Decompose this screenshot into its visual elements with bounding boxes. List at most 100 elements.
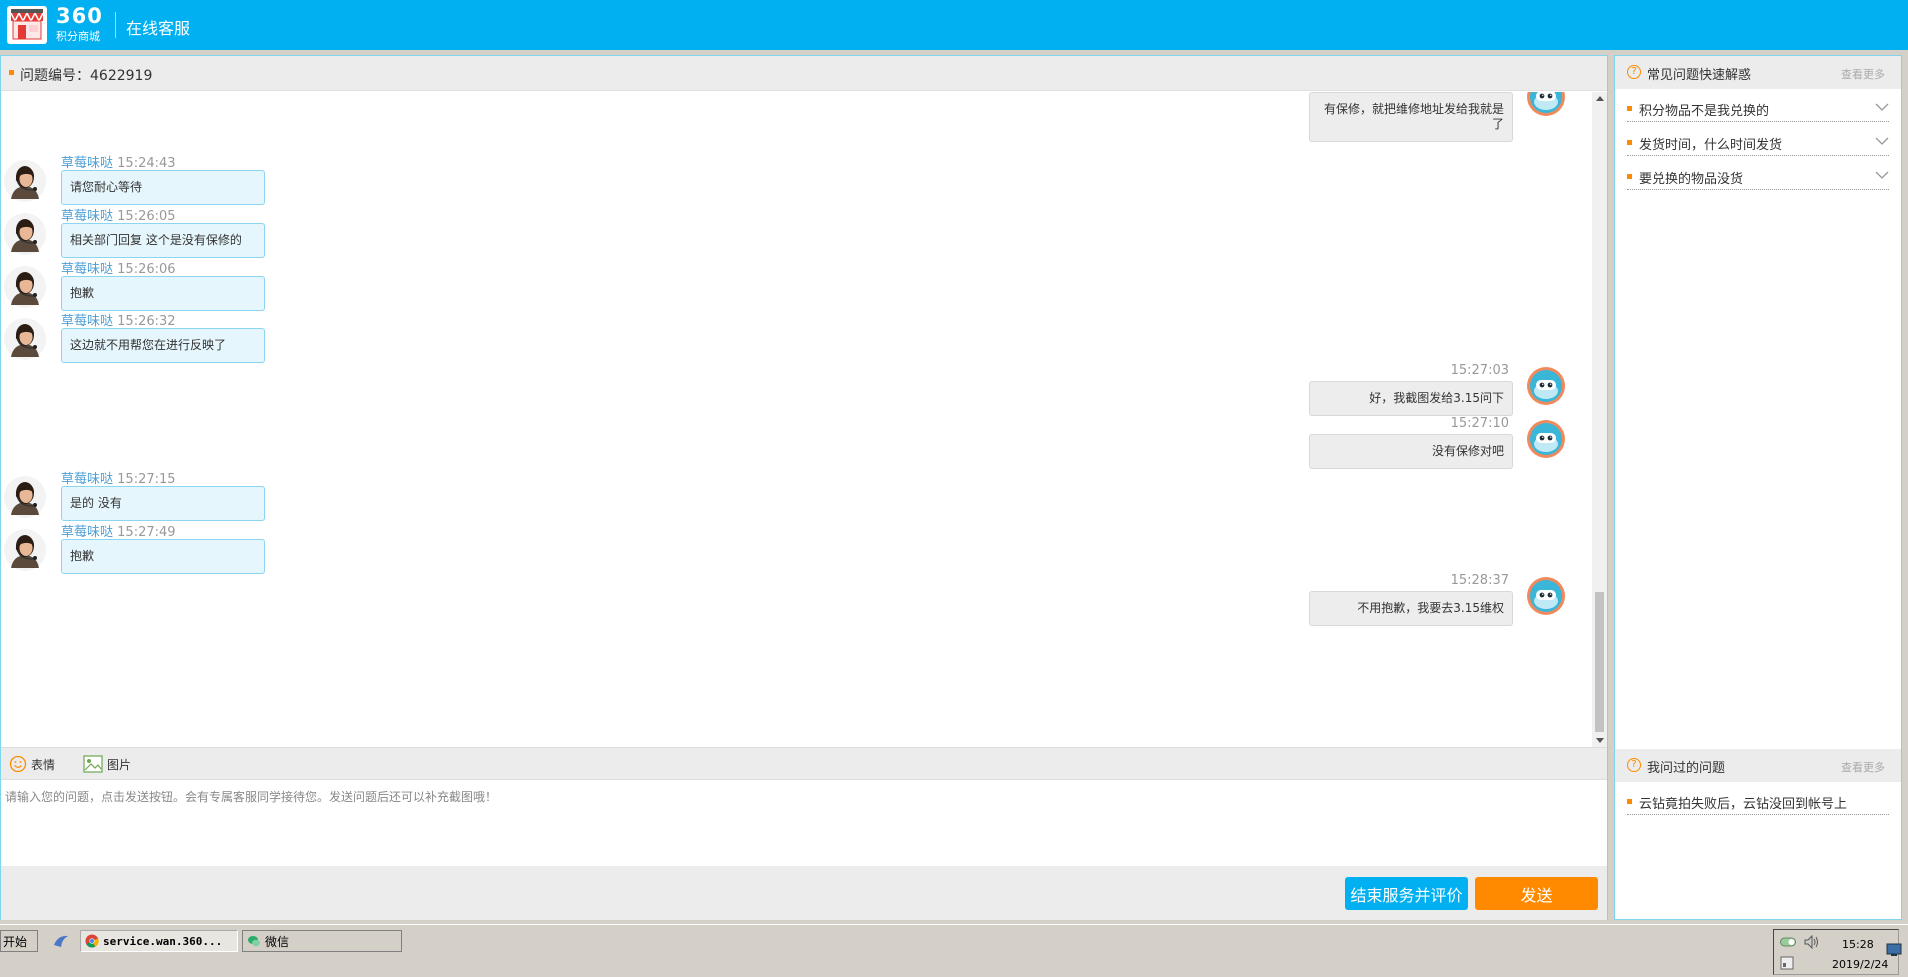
message-meta: 草莓味哒 15:26:32 (61, 310, 176, 329)
end-service-button[interactable]: 结束服务并评价 (1345, 877, 1468, 910)
faq-item-label: 发货时间，什么时间发货 (1639, 138, 1783, 153)
message-time: 15:27:15 (117, 472, 176, 487)
network-toggle-icon[interactable] (1780, 936, 1796, 948)
taskbar-item-wechat[interactable]: 微信 (242, 930, 402, 952)
logo-number: 360 (56, 4, 103, 28)
message-meta: 草莓味哒 15:27:15 (61, 468, 176, 487)
agent-name: 草莓味哒 (61, 262, 114, 277)
agent-avatar (3, 528, 47, 572)
agent-avatar (3, 265, 47, 309)
question-icon: ? (1627, 758, 1641, 772)
emoji-button[interactable]: 表情 (9, 755, 55, 773)
chevron-down-icon[interactable] (1875, 170, 1889, 180)
scroll-up-arrow-icon[interactable] (1596, 96, 1604, 101)
agent-name: 草莓味哒 (61, 209, 114, 224)
agent-avatar (3, 475, 47, 519)
logo-subtitle: 积分商城 (56, 30, 100, 43)
scroll-down-arrow-icon[interactable] (1596, 738, 1604, 743)
message-time: 15:26:06 (117, 262, 176, 277)
message-input-area (1, 779, 1607, 866)
volume-icon[interactable] (1804, 935, 1820, 949)
question-icon: ? (1627, 65, 1641, 79)
agent-avatar (3, 212, 47, 256)
clock-time: 15:28 (1842, 938, 1874, 951)
faq-item[interactable]: 积分物品不是我兑换的 (1627, 96, 1889, 122)
message-bubble: 相关部门回复 这个是没有保修的 (61, 223, 265, 258)
wechat-icon (248, 936, 260, 947)
store-logo-icon (7, 6, 47, 44)
agent-avatar (3, 159, 47, 203)
message-time: 15:24:43 (117, 156, 176, 171)
message-time: 15:27:10 (1450, 416, 1509, 431)
message-meta: 草莓味哒 15:24:43 (61, 152, 176, 171)
agent-avatar (3, 317, 47, 361)
message-bubble: 有保修，就把维修地址发给我就是了 (1309, 92, 1513, 142)
scroll-thumb[interactable] (1595, 592, 1604, 732)
message-bubble: 不用抱歉，我要去3.15维权 (1309, 591, 1513, 626)
agent-name: 草莓味哒 (61, 525, 114, 540)
message-meta: 草莓味哒 15:27:49 (61, 521, 176, 540)
smiley-icon (9, 755, 27, 773)
chevron-down-icon[interactable] (1875, 102, 1889, 112)
history-title: 我问过的问题 (1647, 761, 1726, 776)
message-bubble: 抱歉 (61, 276, 265, 311)
chat-panel: 问题编号：4622919 15:2?:??有保修，就把维修地址发给我就是了草莓味… (0, 55, 1608, 920)
history-more-link[interactable]: 查看更多 (1841, 759, 1885, 775)
chrome-icon (85, 934, 99, 948)
os-taskbar: 开始 service.wan.360... 微信 15:28 2019/2/24 (0, 924, 1908, 977)
message-time: 15:26:05 (117, 209, 176, 224)
send-button[interactable]: 发送 (1475, 877, 1598, 910)
message-bubble: 抱歉 (61, 539, 265, 574)
app-header: 360 积分商城 在线客服 (0, 0, 1908, 50)
system-tray: 15:28 2019/2/24 (1773, 929, 1899, 975)
message-time: 15:26:32 (117, 314, 176, 329)
list-marker (1627, 174, 1632, 179)
show-desktop-icon[interactable] (1886, 943, 1902, 957)
agent-name: 草莓味哒 (61, 314, 114, 329)
page-title: 在线客服 (126, 19, 191, 38)
image-button[interactable]: 图片 (83, 755, 131, 773)
emoji-label: 表情 (31, 757, 56, 772)
image-label: 图片 (107, 757, 132, 772)
faq-item[interactable]: 发货时间，什么时间发货 (1627, 130, 1889, 156)
message-time: 15:27:49 (117, 525, 176, 540)
taskbar-item-label: 微信 (265, 934, 290, 949)
message-input[interactable] (1, 780, 1607, 866)
agent-name: 草莓味哒 (61, 472, 114, 487)
taskbar-item-label: service.wan.360... (103, 934, 223, 948)
message-time: 15:28:37 (1450, 573, 1509, 588)
faq-more-link[interactable]: 查看更多 (1841, 66, 1885, 82)
user-avatar (1526, 576, 1566, 616)
history-item[interactable]: 云钻竟拍失败后，云钻没回到帐号上 (1627, 789, 1889, 815)
history-header: ? 我问过的问题 查看更多 (1615, 749, 1901, 782)
header-divider (115, 12, 116, 38)
message-meta: 草莓味哒 15:26:06 (61, 258, 176, 277)
faq-title: 常见问题快速解惑 (1647, 68, 1752, 83)
faq-item[interactable]: 要兑换的物品没货 (1627, 164, 1889, 190)
user-avatar (1526, 419, 1566, 459)
start-button[interactable]: 开始 (0, 930, 38, 952)
list-marker (1627, 140, 1632, 145)
faq-item-label: 积分物品不是我兑换的 (1639, 104, 1770, 119)
compose-toolbar: 表情 图片 (1, 747, 1607, 779)
message-bubble: 好，我截图发给3.15问下 (1309, 381, 1513, 416)
list-marker (1627, 106, 1632, 111)
message-list[interactable]: 15:2?:??有保修，就把维修地址发给我就是了草莓味哒 15:24:43请您耐… (1, 92, 1591, 747)
picture-icon (83, 755, 103, 773)
message-bubble: 这边就不用帮您在进行反映了 (61, 328, 265, 363)
user-avatar (1526, 366, 1566, 406)
quick-launch-bird-icon[interactable] (52, 933, 70, 949)
action-bar: 结束服务并评价 发送 (1, 866, 1607, 920)
clock-date: 2019/2/24 (1832, 958, 1889, 971)
taskbar-item-browser[interactable]: service.wan.360... (80, 930, 238, 952)
message-meta: 草莓味哒 15:26:05 (61, 205, 176, 224)
start-label: 开始 (3, 934, 28, 949)
faq-header: ? 常见问题快速解惑 查看更多 (1615, 56, 1901, 89)
message-bubble: 没有保修对吧 (1309, 434, 1513, 469)
message-scrollbar[interactable] (1592, 92, 1607, 747)
logo-text: 360 积分商城 (56, 4, 103, 43)
ticket-number: 问题编号：4622919 (20, 68, 153, 84)
ticket-bar: 问题编号：4622919 (1, 56, 1607, 91)
tray-app-icon[interactable] (1780, 956, 1794, 970)
chevron-down-icon[interactable] (1875, 136, 1889, 146)
